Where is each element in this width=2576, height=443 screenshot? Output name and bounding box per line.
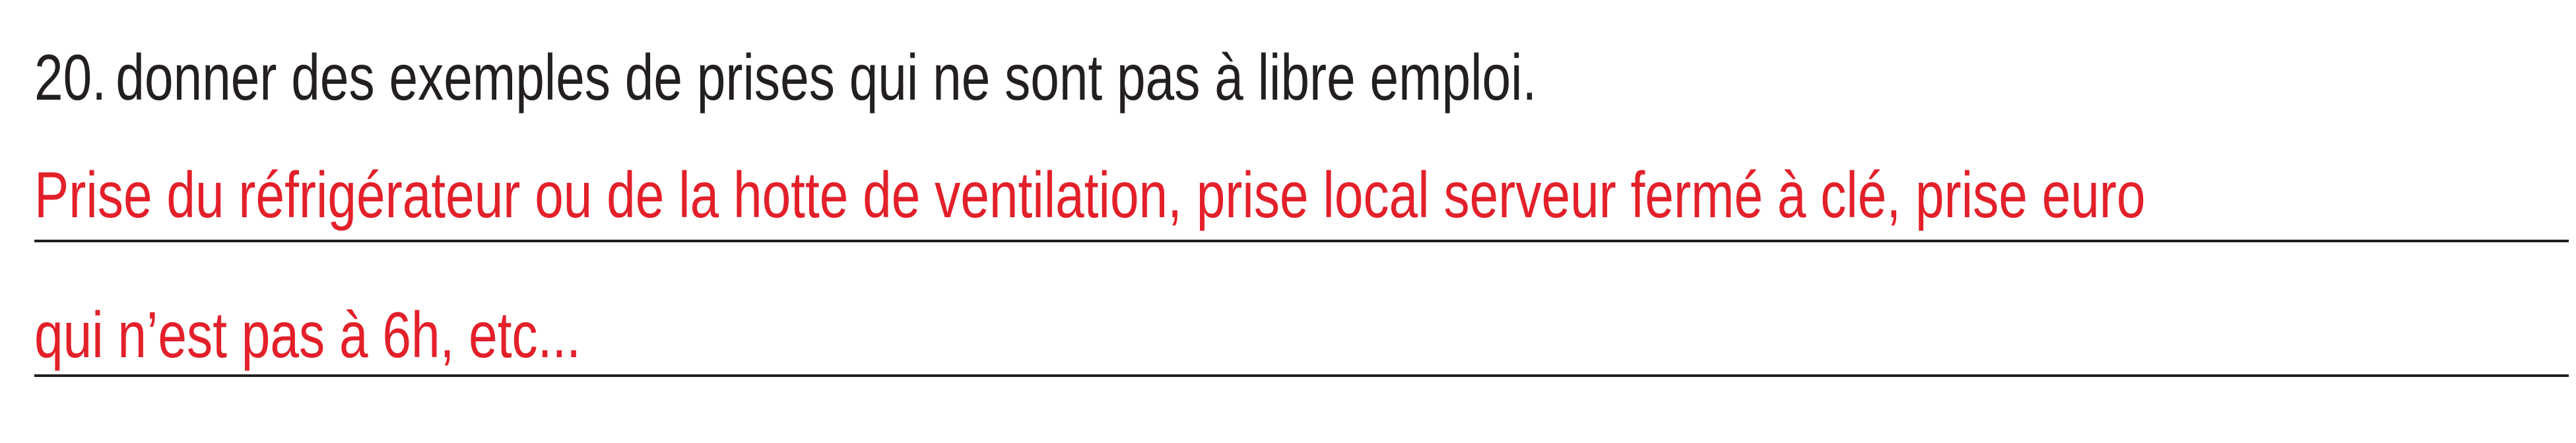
answer-line-2: qui n’est pas à 6h, etc... <box>34 298 581 371</box>
worksheet-page: 20. donner des exemples de prises qui ne … <box>0 0 2576 443</box>
question: 20. donner des exemples de prises qui ne … <box>34 34 1536 120</box>
question-text: donner des exemples de prises qui ne son… <box>116 41 1537 114</box>
question-number: 20. <box>34 41 106 114</box>
answer-line-1: Prise du réfrigérateur ou de la hotte de… <box>34 158 2146 231</box>
answer-rule-1 <box>34 240 2569 242</box>
answer-rule-2 <box>34 374 2569 377</box>
